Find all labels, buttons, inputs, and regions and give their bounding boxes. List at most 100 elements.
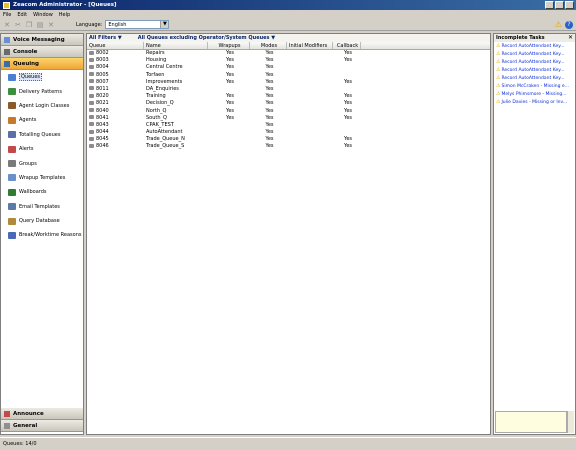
section-general[interactable]: General <box>1 420 83 432</box>
sidebar-item-label: Alerts <box>19 146 34 153</box>
delete-icon[interactable]: ✕ <box>47 21 55 29</box>
sidebar-item-agents[interactable]: Agents <box>1 113 83 127</box>
menu-window[interactable]: Window <box>33 12 53 18</box>
sidebar-item-totalling-queues[interactable]: Totalling Queues <box>1 128 83 142</box>
table-row[interactable]: 8003 Housing Yes Yes Yes <box>87 57 490 64</box>
language-value: English <box>108 21 127 28</box>
cell-modes: Yes <box>265 64 274 71</box>
status-bar: Queues: 14/0 <box>0 437 576 450</box>
section-label: Announce <box>13 410 44 417</box>
sidebar-item-break-worktime-reasons[interactable]: Break/Worktime Reasons <box>1 228 83 242</box>
cell-callback <box>333 129 361 136</box>
task-item[interactable]: ⚠ Julie Davies - Missing or Inv... <box>494 98 575 106</box>
table-row[interactable]: 8045 Trade_Queue_N Yes Yes <box>87 136 490 143</box>
table-row[interactable]: 8040 North_Q Yes Yes Yes <box>87 108 490 115</box>
queue-filter-dropdown[interactable]: All Queues excluding Operator/System Que… <box>138 35 275 41</box>
sidebar-item-wrapup-templates[interactable]: Wrapup Templates <box>1 171 83 185</box>
paste-icon[interactable]: ▤ <box>36 21 44 29</box>
table-row[interactable]: 8004 Central Centre Yes Yes <box>87 64 490 71</box>
task-item[interactable]: ⚠ Record AutoAttendant Key... <box>494 42 575 50</box>
warning-icon[interactable]: ⚠ <box>555 21 562 29</box>
menu-edit[interactable]: Edit <box>17 12 27 18</box>
table-row[interactable]: 8002 Repairs Yes Yes Yes <box>87 50 490 57</box>
task-item[interactable]: ⚠ Record AutoAttendant Key... <box>494 66 575 74</box>
sidebar-item-wallboards[interactable]: Wallboards <box>1 185 83 199</box>
warning-icon: ⚠ <box>496 91 501 97</box>
queue-number: 8021 <box>96 100 109 107</box>
new-icon[interactable]: ✕ <box>3 21 11 29</box>
copy-icon[interactable]: ❐ <box>25 21 33 29</box>
cell-name: Training <box>146 93 166 100</box>
table-row[interactable]: 8005 Torfaen Yes Yes <box>87 72 490 79</box>
minimize-button[interactable] <box>545 1 554 9</box>
cell-initial <box>287 57 333 64</box>
table-row[interactable]: 8044 AutoAttendant Yes <box>87 129 490 136</box>
sidebar-item-email-templates[interactable]: Email Templates <box>1 200 83 214</box>
sidebar-item-agent-login-classes[interactable]: Agent Login Classes <box>1 99 83 113</box>
task-item[interactable]: ⚠ Simon McCraken - Missing e... <box>494 82 575 90</box>
close-button[interactable] <box>565 1 574 9</box>
sidebar-item-alerts[interactable]: Alerts <box>1 142 83 156</box>
sidebar-item-query-database[interactable]: Query Database <box>1 214 83 228</box>
warning-icon: ⚠ <box>496 43 501 49</box>
cell-initial <box>287 100 333 107</box>
filter-left-label: All Filters <box>89 35 117 41</box>
warning-icon: ⚠ <box>496 75 501 81</box>
table-row[interactable]: 8046 Trade_Queue_S Yes Yes <box>87 143 490 150</box>
cell-wrapups <box>208 86 250 93</box>
language-select[interactable]: English ▼ <box>105 20 170 29</box>
sidebar-item-groups[interactable]: Groups <box>1 156 83 170</box>
cell-callback: Yes <box>343 57 353 64</box>
cell-name: Central Centre <box>146 64 183 71</box>
table-row[interactable]: 8041 South_Q Yes Yes Yes <box>87 115 490 122</box>
col-name[interactable]: Name <box>144 42 208 49</box>
queue-icon <box>89 50 94 55</box>
cell-callback <box>333 64 361 71</box>
sidebar-item-queues[interactable]: Queues <box>1 70 83 84</box>
task-item[interactable]: ⚠ Record AutoAttendant Key... <box>494 74 575 82</box>
cut-icon[interactable]: ✂ <box>14 21 22 29</box>
agents-icon <box>8 116 16 124</box>
help-icon[interactable]: ? <box>565 21 573 29</box>
wrapup-templates-icon <box>8 174 16 182</box>
general-icon <box>4 422 10 429</box>
warning-icon: ⚠ <box>496 99 501 105</box>
col-wrapups[interactable]: Wrapups <box>208 42 250 49</box>
totalling-queues-icon <box>8 131 16 139</box>
table-row[interactable]: 8011 DA_Enquiries Yes <box>87 86 490 93</box>
section-queuing[interactable]: Queuing <box>1 58 83 70</box>
section-voice-messaging[interactable]: Voice Messaging <box>1 34 83 46</box>
menu-file[interactable]: File <box>3 12 11 18</box>
task-item[interactable]: ⚠ Record AutoAttendant Key... <box>494 58 575 66</box>
table-row[interactable]: 8021 Decision_Q Yes Yes Yes <box>87 100 490 107</box>
queuing-icon <box>4 60 10 67</box>
table-row[interactable]: 8020 Training Yes Yes Yes <box>87 93 490 100</box>
break-reasons-icon <box>8 231 16 239</box>
task-item[interactable]: ⚠ Melys Phimsmore - Missing... <box>494 90 575 98</box>
cell-callback: Yes <box>343 100 353 107</box>
toolbar: ✕ ✂ ❐ ▤ ✕ Language: English ▼ ⚠ ? <box>0 19 576 31</box>
table-row[interactable]: 8007 Improvements Yes Yes Yes <box>87 79 490 86</box>
cell-queue: 8020 <box>87 93 144 100</box>
cell-modes: Yes <box>265 100 274 107</box>
section-console[interactable]: Console <box>1 46 83 58</box>
col-queue[interactable]: Queue <box>87 42 144 49</box>
col-callback[interactable]: Callback <box>333 42 361 49</box>
sidebar-item-delivery-patterns[interactable]: Delivery Patterns <box>1 84 83 98</box>
cell-callback: Yes <box>343 136 353 143</box>
section-announce[interactable]: Announce <box>1 408 83 420</box>
task-label: Melys Phimsmore - Missing... <box>501 91 567 97</box>
cell-initial <box>287 86 333 93</box>
queue-number: 8041 <box>96 114 109 121</box>
all-filters-dropdown[interactable]: All Filters ▼ <box>89 35 122 41</box>
maximize-button[interactable] <box>555 1 564 9</box>
col-modes[interactable]: Modes <box>250 42 287 49</box>
cell-callback: Yes <box>343 107 353 114</box>
table-row[interactable]: 8043 CPAK_TEST Yes <box>87 122 490 129</box>
menu-help[interactable]: Help <box>59 12 70 18</box>
cell-name: DA_Enquiries <box>146 85 179 92</box>
close-icon[interactable]: ✕ <box>568 34 573 42</box>
task-item[interactable]: ⚠ Record AutoAttendant Key... <box>494 50 575 58</box>
col-initial-modifiers[interactable]: Initial Modifiers <box>287 42 333 49</box>
task-detail-scrollbar[interactable] <box>567 411 574 433</box>
